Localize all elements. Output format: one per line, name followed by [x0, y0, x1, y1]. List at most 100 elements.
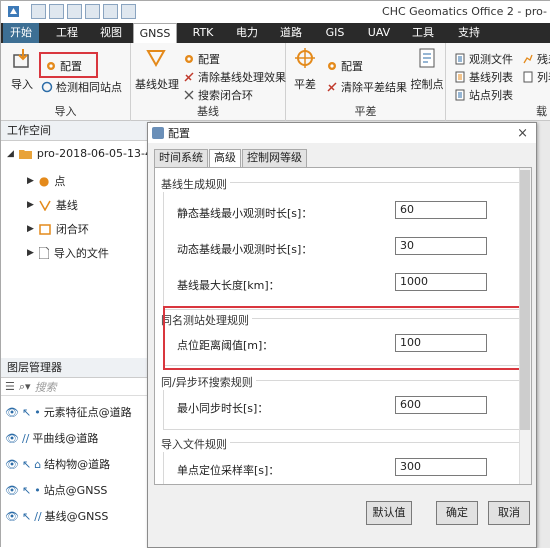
tree-item-imported-files[interactable]: ▶ 导入的文件 — [27, 245, 109, 261]
clear-adjust-results-button[interactable]: 清除平差结果 — [326, 79, 407, 95]
spp-sample-rate-label: 单点定位采样率[s]： — [177, 464, 280, 477]
visibility-eye-icon[interactable]: 👁 — [5, 484, 19, 497]
search-loop-button[interactable]: 搜索闭合环 — [183, 87, 253, 103]
clear-icon — [184, 72, 194, 82]
import-button[interactable]: 导入 — [7, 47, 37, 92]
layer-item[interactable]: 👁 ↖ ⌂ 结构物@道路 — [5, 456, 110, 472]
baseline-config-button[interactable]: 配置 — [183, 51, 220, 67]
baseline-max-length-input[interactable]: 1000 — [395, 273, 487, 291]
tree-item-points[interactable]: ▶ ● 点 — [27, 173, 65, 189]
tab-time-system[interactable]: 时间系统 — [154, 149, 208, 167]
check-same-station-button[interactable]: 检测相同站点 — [41, 79, 122, 95]
tree-item-loops[interactable]: ▶ 闭合环 — [27, 221, 89, 237]
point-distance-threshold-input[interactable]: 100 — [395, 334, 487, 352]
baseline-process-label: 基线处理 — [135, 78, 179, 91]
redo-icon[interactable] — [103, 4, 118, 19]
menu-tab-gnss[interactable]: GNSS — [133, 23, 177, 43]
search-icon[interactable]: ⌕▾ — [19, 380, 31, 394]
layer-item[interactable]: 👁 ↖ ∕∕ 基线@GNSS — [5, 508, 108, 524]
min-sync-duration-input[interactable]: 600 — [395, 396, 487, 414]
adjust-config-button[interactable]: 配置 — [326, 58, 363, 74]
layer-label: 结构物@道路 — [44, 458, 111, 471]
visibility-eye-icon[interactable]: 👁 — [5, 406, 19, 419]
tab-network-grade[interactable]: 控制网等级 — [242, 149, 307, 167]
dialog-scrollbar[interactable] — [519, 168, 531, 484]
adjust-button[interactable]: 平差 — [290, 47, 320, 92]
layer-item[interactable]: 👁 ↖ • 站点@GNSS — [5, 482, 107, 498]
gear-icon — [328, 62, 336, 70]
save-icon[interactable] — [67, 4, 82, 19]
undo-icon[interactable] — [85, 4, 100, 19]
expand-arrow-icon[interactable]: ▶ — [27, 200, 34, 210]
cursor-icon: ↖ — [21, 483, 32, 497]
new-file-icon[interactable] — [31, 4, 46, 19]
visibility-eye-icon[interactable]: 👁 — [5, 510, 19, 523]
layer-list-icon[interactable]: ☰ — [5, 380, 15, 393]
menu-tab-rtk[interactable]: RTK — [183, 23, 223, 43]
expand-arrow-icon[interactable]: ▶ — [27, 224, 34, 234]
collapse-arrow-icon[interactable]: ◢ — [7, 149, 14, 159]
clear-baseline-results-button[interactable]: 清除基线处理效果 — [183, 69, 286, 85]
static-baseline-min-input[interactable]: 60 — [395, 201, 487, 219]
crosshair-icon — [295, 48, 315, 68]
menu-tab-support[interactable]: 支持 — [451, 23, 487, 43]
tab-advanced[interactable]: 高级 — [209, 149, 241, 168]
menu-tab-uav[interactable]: UAV — [361, 23, 397, 43]
import-group-label: 导入 — [54, 105, 77, 118]
menu-tab-gis[interactable]: GIS — [317, 23, 353, 43]
app-window: CHC Geomatics Office 2 - pro- 开始 工程 视图 G… — [0, 0, 550, 548]
menu-tab-project[interactable]: 工程 — [49, 23, 85, 43]
baseline-max-length-label: 基线最大长度[km]： — [177, 279, 280, 292]
station-list-button[interactable]: 站点列表 — [454, 87, 513, 103]
baseline-icon — [39, 200, 51, 211]
control-points-icon — [419, 48, 435, 68]
menu-tab-start[interactable]: 开始 — [3, 23, 39, 43]
visibility-eye-icon[interactable]: 👁 — [5, 458, 19, 471]
gear-icon — [185, 55, 193, 63]
baseline-process-button[interactable]: 基线处理 — [135, 47, 179, 92]
layer-item[interactable]: 👁 ∕∕ 平曲线@道路 — [5, 430, 98, 446]
control-points-label: 控制点 — [410, 78, 444, 91]
residual-button[interactable]: 残差 — [522, 51, 550, 67]
scrollbar-thumb[interactable] — [520, 170, 530, 430]
baseline-config-label: 配置 — [198, 53, 220, 66]
check-same-station-label: 检测相同站点 — [56, 81, 122, 94]
visibility-eye-icon[interactable]: 👁 — [5, 432, 19, 445]
layer-item[interactable]: 👁 ↖ • 元素特征点@道路 — [5, 404, 132, 420]
adjust-config-label: 配置 — [341, 60, 363, 73]
tree-item-baselines[interactable]: ▶ 基线 — [27, 197, 78, 213]
import-group: 导入 配置 检测相同站点 导入 — [1, 43, 131, 121]
layer-manager-panel: 图层管理器 ☰ ⌕▾ 搜索 👁 ↖ • 元素特征点@道路 👁 ∕∕ 平曲线@道路… — [1, 358, 151, 548]
dynamic-baseline-min-input[interactable]: 30 — [395, 237, 487, 255]
control-points-button[interactable]: 控制点 — [410, 47, 444, 92]
menu-tab-tools[interactable]: 工具 — [405, 23, 441, 43]
expand-arrow-icon[interactable]: ▶ — [27, 176, 34, 186]
cancel-button[interactable]: 取消 — [488, 501, 530, 525]
expand-arrow-icon[interactable]: ▶ — [27, 248, 34, 258]
spp-sample-rate-input[interactable]: 300 — [395, 458, 487, 476]
default-values-button[interactable]: 默认值 — [366, 501, 412, 525]
quick-access-toolbar — [31, 4, 181, 20]
gear-icon — [47, 62, 55, 70]
menu-tab-view[interactable]: 视图 — [93, 23, 129, 43]
tree-points-label: 点 — [54, 175, 66, 188]
tree-project[interactable]: ◢ pro-2018-06-05-13-4 — [7, 147, 152, 160]
menu-tab-road[interactable]: 道路 — [273, 23, 309, 43]
close-icon[interactable]: × — [517, 126, 528, 141]
import-config-button[interactable]: 配置 — [45, 58, 82, 74]
ok-button[interactable]: 确定 — [436, 501, 478, 525]
tree-loops-label: 闭合环 — [55, 223, 89, 236]
tree-project-label: pro-2018-06-05-13-4 — [36, 147, 152, 160]
layer-search-input[interactable]: 搜索 — [35, 379, 57, 395]
document-icon — [455, 53, 465, 65]
customize-icon[interactable] — [121, 4, 136, 19]
reports-group: 观测文件 基线列表 站点列表 残差 列表 载 — [446, 43, 550, 121]
menu-tab-power[interactable]: 电力 — [229, 23, 265, 43]
extra-list-button[interactable]: 列表 — [522, 69, 550, 85]
import-file-rules-title: 导入文件规则 — [161, 436, 230, 452]
obs-file-button[interactable]: 观测文件 — [454, 51, 513, 67]
open-folder-icon[interactable] — [49, 4, 64, 19]
baseline-list-button[interactable]: 基线列表 — [454, 69, 513, 85]
min-sync-duration-label: 最小同步时长[s]： — [177, 402, 269, 415]
dialog-app-icon — [152, 127, 164, 139]
